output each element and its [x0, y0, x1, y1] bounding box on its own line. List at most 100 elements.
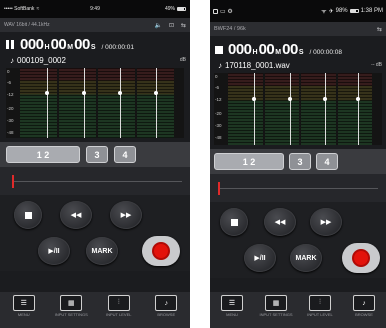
browse-icon[interactable]: ♪: [155, 295, 178, 311]
position-slider[interactable]: [210, 174, 386, 202]
browse-icon[interactable]: ♪: [353, 295, 375, 311]
mixer-icon[interactable]: ⫶: [107, 295, 130, 311]
mark-button[interactable]: MARK: [290, 244, 322, 272]
airplane-icon: ✈: [328, 8, 334, 15]
scale-tick: -6: [7, 80, 12, 85]
file-info: ♪ 170118_0001.wav -- dB: [210, 59, 386, 71]
previous-button[interactable]: ◀◀: [264, 208, 296, 236]
next-button[interactable]: ▶▶: [310, 208, 342, 236]
fader-knob[interactable]: [153, 91, 158, 96]
nav-menu[interactable]: ☰ MENU: [214, 295, 250, 328]
bottom-navigation: ☰ MENU ▦ INPUT SETTINGS ⫶ INPUT LEVEL ♪ …: [210, 292, 386, 328]
position-thumb[interactable]: [12, 175, 14, 188]
minutes-value: 00: [258, 41, 275, 58]
play-pause-button[interactable]: ▶/II: [38, 237, 70, 265]
nav-input-settings[interactable]: ▦ INPUT SETTINGS: [258, 295, 294, 328]
recorder-screen-left: ••••• SoftBank ≈ 9:49 49% WAV 16bit / 44…: [0, 0, 190, 328]
fader-3[interactable]: [117, 68, 122, 138]
mixer-icon[interactable]: ⫶: [309, 295, 331, 311]
seconds-value: 00: [74, 36, 90, 53]
record-button[interactable]: [342, 243, 380, 273]
remaining-time: / 000:00:01: [101, 44, 135, 51]
time-counter: 000 H 00 M 00 S / 000:00:08: [210, 41, 386, 59]
format-bar: WAV 16bit / 44.1kHz 🔈 ⊡ ⇆: [0, 18, 190, 32]
time-counter: 000 H 00 M 00 S / 000:00:01: [0, 36, 190, 54]
file-info: ♪ 000109_0002 dB: [0, 54, 190, 66]
scale-tick: -48: [215, 135, 222, 140]
fader-knob[interactable]: [322, 96, 327, 101]
fader-2[interactable]: [287, 73, 292, 145]
mark-button[interactable]: MARK: [86, 237, 118, 265]
nav-input-level[interactable]: ⫶ INPUT LEVEL: [302, 295, 338, 328]
meter-scale: 0 -6 -12 -20 -30 -48: [214, 73, 228, 145]
position-slider[interactable]: [0, 167, 190, 195]
minutes-unit: M: [275, 49, 282, 56]
channel-button-1-2[interactable]: 1 2: [6, 146, 80, 163]
nav-label: INPUT LEVEL: [307, 312, 333, 317]
fader-4[interactable]: [356, 73, 361, 145]
format-label: WAV 16bit / 44.1kHz: [4, 22, 50, 28]
fader-1[interactable]: [44, 68, 49, 138]
nav-label: INPUT LEVEL: [106, 312, 132, 317]
meter-channel-3: [301, 73, 336, 145]
position-thumb[interactable]: [218, 182, 220, 195]
hours-unit: H: [252, 49, 258, 56]
fader-2[interactable]: [82, 68, 87, 138]
record-icon: [154, 244, 168, 258]
music-note-icon: ♪: [218, 60, 222, 70]
recorder-screen-right: ▭ ⚙ ᯤ ✈ 98% 1:38 PM BWF24 / 96k ⇆ 000 H …: [210, 0, 386, 328]
speaker-icon[interactable]: 🔈: [154, 22, 161, 29]
scale-tick: -48: [7, 130, 14, 135]
nav-input-level[interactable]: ⫶ INPUT LEVEL: [101, 295, 137, 328]
fader-4[interactable]: [153, 68, 158, 138]
usb-icon[interactable]: ⇆: [181, 22, 186, 29]
hours-value: 000: [228, 41, 252, 58]
play-pause-button[interactable]: ▶/II: [244, 244, 276, 272]
grid-icon[interactable]: ▦: [265, 295, 287, 311]
position-track[interactable]: [218, 188, 378, 189]
channel-button-3[interactable]: 3: [289, 153, 311, 170]
nav-browse[interactable]: ♪ BROWSE: [346, 295, 382, 328]
channel-button-3[interactable]: 3: [86, 146, 108, 163]
fader-knob[interactable]: [287, 96, 292, 101]
fader-knob[interactable]: [44, 91, 49, 96]
fader-3[interactable]: [322, 73, 327, 145]
channel-button-4[interactable]: 4: [316, 153, 338, 170]
channel-button-1-2[interactable]: 1 2: [214, 153, 284, 170]
stop-state-icon: [215, 46, 223, 54]
nav-label: BROWSE: [157, 312, 176, 317]
format-label: BWF24 / 96k: [214, 26, 246, 32]
fader-knob[interactable]: [117, 91, 122, 96]
next-button[interactable]: ▶▶: [110, 201, 142, 229]
remaining-time: / 000:00:08: [309, 49, 343, 56]
scale-tick: -12: [7, 92, 14, 97]
minutes-unit: M: [67, 44, 74, 51]
db-label: dB: [179, 57, 186, 63]
record-button[interactable]: [142, 236, 180, 266]
channel-button-4[interactable]: 4: [114, 146, 136, 163]
position-track[interactable]: [12, 181, 182, 182]
minutes-value: 00: [50, 36, 67, 53]
menu-icon[interactable]: ☰: [12, 295, 35, 311]
display-icon[interactable]: ⊡: [169, 22, 174, 29]
nav-label: BROWSE: [355, 312, 373, 317]
previous-button[interactable]: ◀◀: [60, 201, 92, 229]
seconds-unit: S: [90, 44, 96, 51]
stop-button[interactable]: [220, 208, 248, 236]
scale-tick: -12: [215, 97, 222, 102]
nav-menu[interactable]: ☰ MENU: [6, 295, 42, 328]
usb-icon[interactable]: ⇆: [377, 26, 382, 33]
scale-tick: -20: [7, 106, 14, 111]
nav-browse[interactable]: ♪ BROWSE: [148, 295, 184, 328]
db-label: -- dB: [371, 62, 382, 68]
nav-input-settings[interactable]: ▦ INPUT SETTINGS: [53, 295, 89, 328]
clock: 1:38 PM: [360, 8, 383, 14]
carrier-label: ••••• SoftBank: [4, 6, 35, 12]
menu-icon[interactable]: ☰: [221, 295, 243, 311]
stop-button[interactable]: [14, 201, 42, 229]
grid-icon[interactable]: ▦: [60, 295, 83, 311]
fader-1[interactable]: [252, 73, 257, 145]
nav-label: INPUT SETTINGS: [54, 312, 88, 317]
scale-tick: -30: [7, 118, 14, 123]
seconds-unit: S: [298, 49, 304, 56]
